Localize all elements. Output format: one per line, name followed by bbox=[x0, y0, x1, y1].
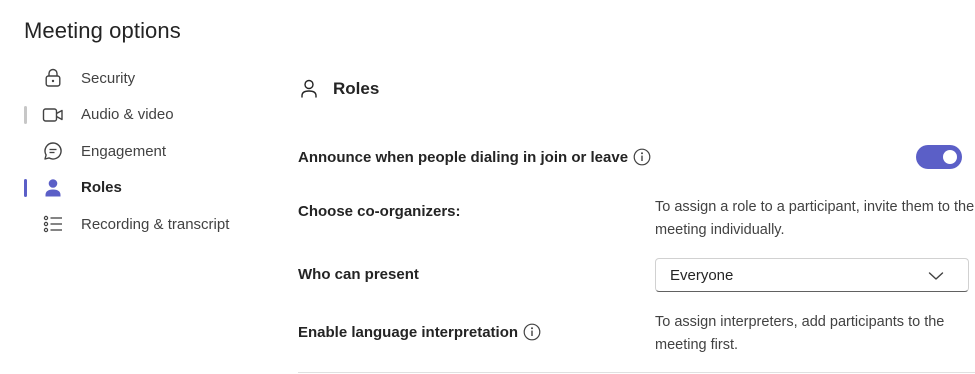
sidebar-item-roles[interactable]: Roles bbox=[0, 170, 270, 207]
toggle-knob bbox=[943, 150, 957, 164]
sidebar-item-label: Roles bbox=[81, 179, 122, 197]
person-icon bbox=[42, 177, 64, 199]
divider bbox=[298, 372, 975, 373]
dropdown-value: Everyone bbox=[670, 266, 734, 284]
sidebar-item-security[interactable]: Security bbox=[0, 60, 270, 97]
section-title: Roles bbox=[333, 79, 380, 98]
sidebar-item-audio-video[interactable]: Audio & video bbox=[0, 97, 270, 134]
interpretation-label-text: Enable language interpretation bbox=[298, 323, 519, 341]
announce-toggle[interactable] bbox=[916, 145, 962, 169]
chevron-down-icon bbox=[928, 268, 944, 284]
co-organizers-helper: To assign a role to a participant, invit… bbox=[655, 199, 975, 238]
info-icon[interactable] bbox=[522, 322, 542, 342]
sidebar-indicator bbox=[24, 215, 27, 233]
section-header: Roles bbox=[298, 78, 379, 100]
announce-option-label: Announce when people dialing in join or … bbox=[298, 147, 652, 167]
sidebar-nav: Security Audio & video Engagement Roles … bbox=[0, 60, 270, 243]
sidebar-indicator bbox=[24, 142, 27, 160]
page-title: Meeting options bbox=[24, 18, 181, 43]
sidebar-item-engagement[interactable]: Engagement bbox=[0, 133, 270, 170]
co-organizers-label: Choose co-organizers: bbox=[298, 203, 461, 220]
interpretation-option-label: Enable language interpretation bbox=[298, 322, 542, 342]
roles-panel: Roles Announce when people dialing in jo… bbox=[298, 0, 975, 374]
sidebar-indicator bbox=[24, 105, 27, 124]
sidebar-item-recording-transcript[interactable]: Recording & transcript bbox=[0, 206, 270, 243]
interpretation-helper: To assign interpreters, add participants… bbox=[655, 314, 945, 353]
video-camera-icon bbox=[42, 104, 64, 126]
chat-bubble-icon bbox=[42, 140, 64, 162]
sidebar-indicator bbox=[24, 69, 27, 87]
sidebar-indicator bbox=[24, 178, 27, 197]
lock-icon bbox=[42, 67, 64, 89]
who-can-present-dropdown[interactable]: Everyone bbox=[655, 258, 969, 292]
info-icon[interactable] bbox=[632, 147, 652, 167]
sidebar-item-label: Recording & transcript bbox=[81, 215, 230, 233]
sidebar-item-label: Audio & video bbox=[81, 106, 174, 124]
announce-label-text: Announce when people dialing in join or … bbox=[298, 148, 629, 166]
list-icon bbox=[42, 213, 64, 235]
person-outline-icon bbox=[298, 78, 320, 100]
who-can-present-label: Who can present bbox=[298, 266, 419, 283]
sidebar-item-label: Security bbox=[81, 69, 136, 87]
sidebar-item-label: Engagement bbox=[81, 142, 167, 160]
